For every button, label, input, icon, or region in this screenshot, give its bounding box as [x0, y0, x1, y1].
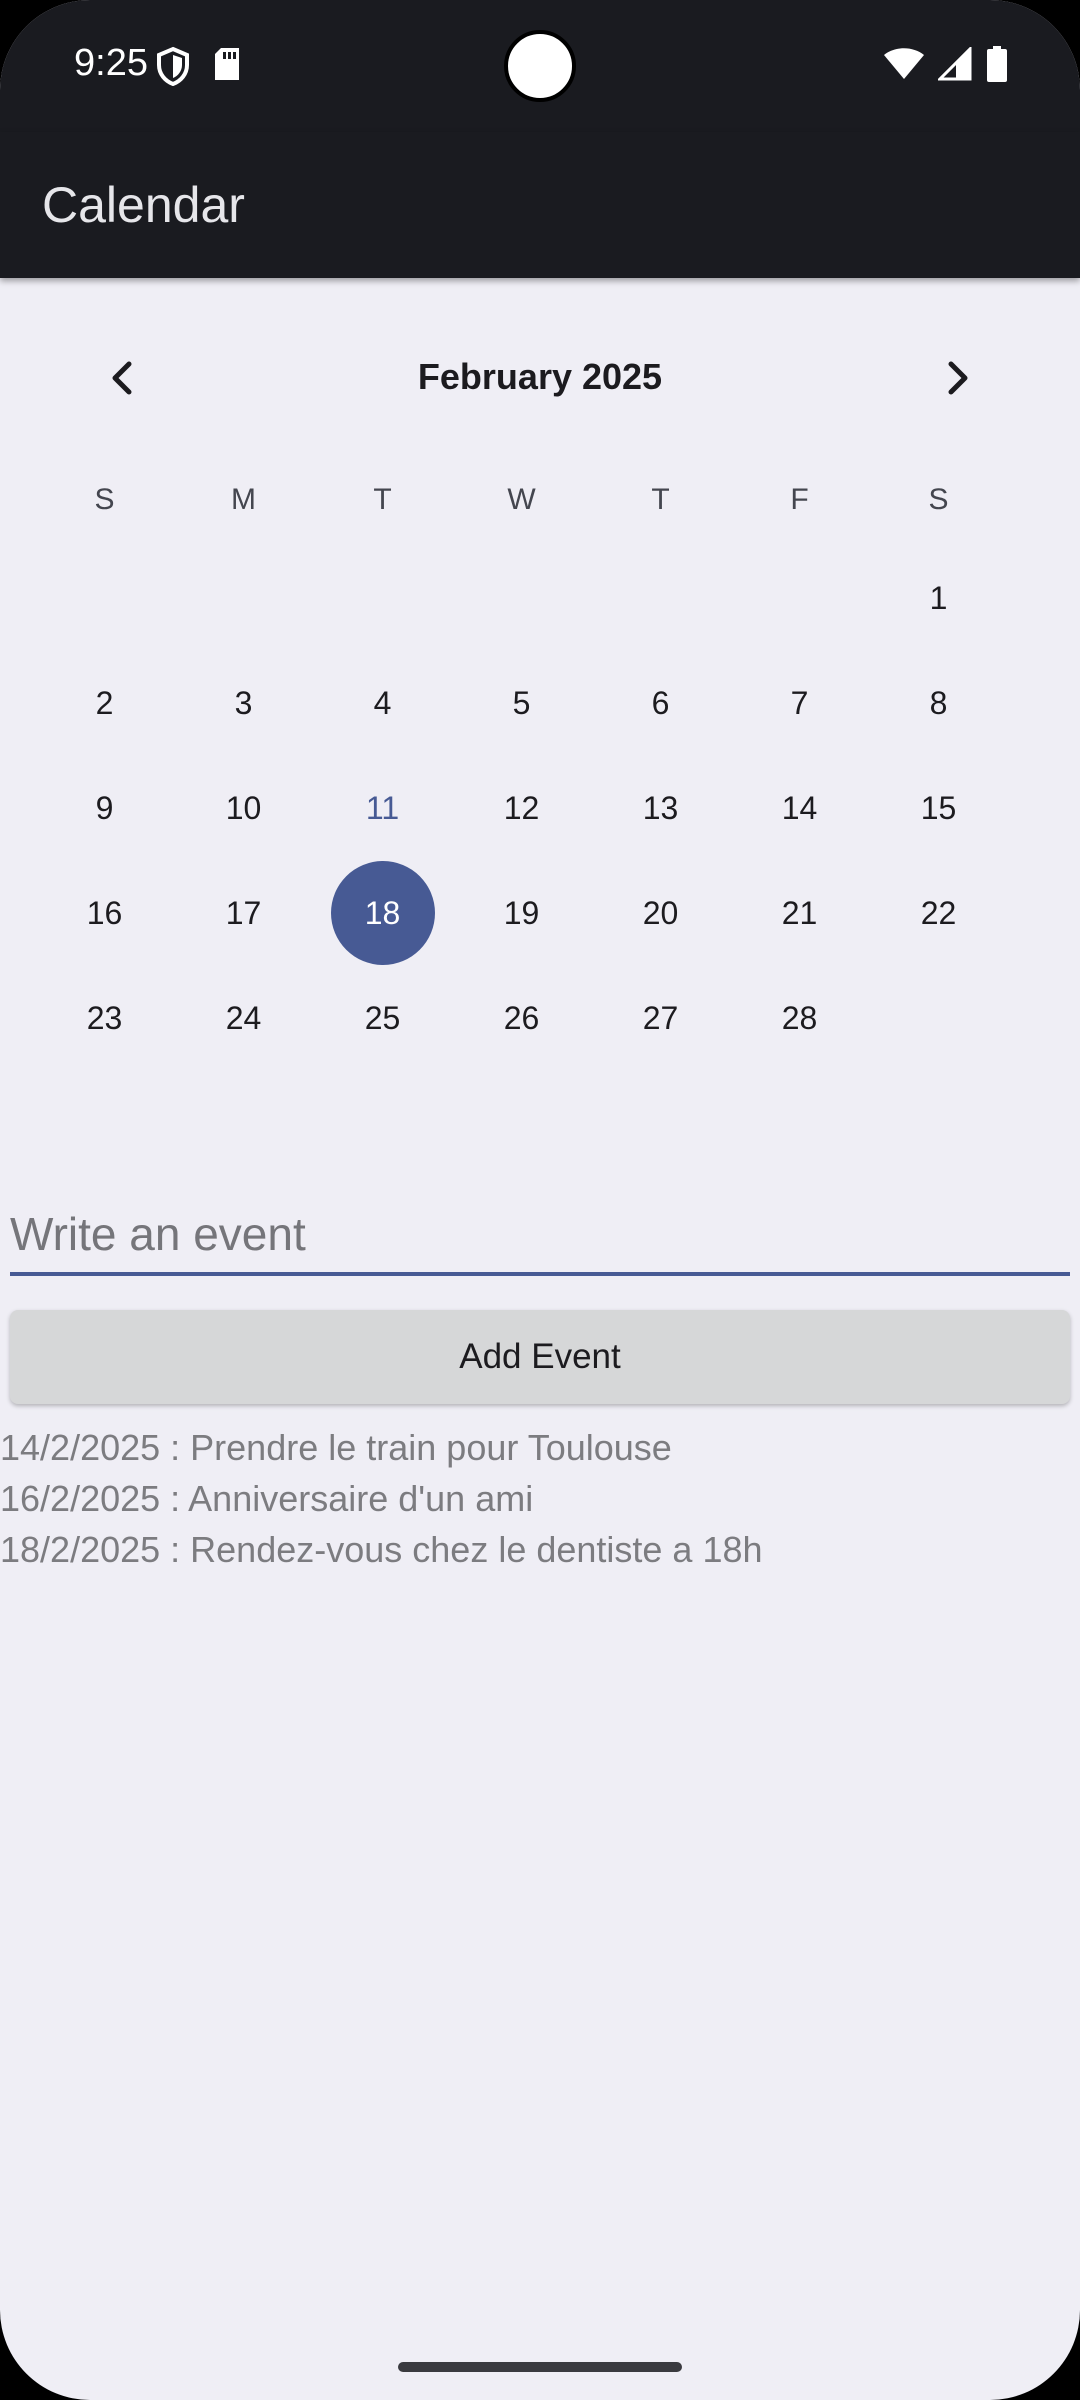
chevron-right-icon	[943, 358, 973, 403]
event-item: 14/2/2025 : Prendre le train pour Toulou…	[0, 1427, 672, 1468]
day-cell[interactable]: 26	[470, 966, 574, 1070]
phone-screen: 9:25 Calendar February 2025 S M T W T F …	[0, 0, 1080, 2400]
event-list: 14/2/2025 : Prendre le train pour Toulou…	[0, 1422, 1080, 1575]
weekday-label: T	[651, 483, 670, 516]
day-cell[interactable]: 11	[331, 756, 435, 860]
next-month-button[interactable]	[918, 340, 998, 420]
day-cell[interactable]: 16	[53, 861, 157, 965]
day-cell[interactable]: 17	[192, 861, 296, 965]
weekday-label: M	[231, 483, 256, 516]
sd-card-icon	[212, 46, 242, 91]
week-row: 9 10 11 12 13 14 15	[52, 756, 1024, 861]
weekday-label: W	[507, 483, 536, 516]
day-cell[interactable]: 1	[887, 546, 991, 650]
day-cell[interactable]: 22	[887, 861, 991, 965]
status-time: 9:25	[74, 42, 148, 84]
day-cell[interactable]: 7	[748, 651, 852, 755]
day-cell[interactable]: 6	[609, 651, 713, 755]
day-cell[interactable]: 9	[53, 756, 157, 860]
weekday-label: S	[94, 483, 115, 516]
day-cell[interactable]: 10	[192, 756, 296, 860]
day-cell[interactable]: 25	[331, 966, 435, 1070]
day-cell[interactable]: 28	[748, 966, 852, 1070]
app-bar: Calendar	[0, 132, 1080, 278]
status-bar: 9:25	[0, 0, 1080, 132]
day-cell[interactable]: 12	[470, 756, 574, 860]
day-cell[interactable]: 2	[53, 651, 157, 755]
signal-icon	[936, 45, 972, 86]
battery-icon	[986, 46, 1008, 87]
day-cell[interactable]: 14	[748, 756, 852, 860]
day-cell[interactable]: 8	[887, 651, 991, 755]
wifi-icon	[884, 47, 924, 86]
day-cell[interactable]: 13	[609, 756, 713, 860]
week-row: 16 17 18 19 20 21 22	[52, 861, 1024, 966]
shield-icon	[156, 46, 190, 91]
day-cell[interactable]: 19	[470, 861, 574, 965]
event-input[interactable]	[10, 1196, 1070, 1276]
week-row: 2345678	[52, 651, 1024, 756]
day-cell[interactable]: 15	[887, 756, 991, 860]
weekday-label: S	[928, 483, 949, 516]
day-cell[interactable]: 21	[748, 861, 852, 965]
add-event-button[interactable]: Add Event	[10, 1310, 1070, 1404]
week-row: 1	[52, 546, 1024, 651]
day-cell[interactable]: 4	[331, 651, 435, 755]
day-cell-selected[interactable]: 18	[330, 861, 435, 965]
weekday-label: F	[790, 483, 809, 516]
day-cell[interactable]: 5	[470, 651, 574, 755]
camera-cutout	[504, 30, 576, 102]
day-cell[interactable]: 20	[609, 861, 713, 965]
day-cell[interactable]: 3	[192, 651, 296, 755]
day-cell[interactable]: 27	[609, 966, 713, 1070]
weekday-label: T	[373, 483, 392, 516]
home-indicator[interactable]	[398, 2362, 682, 2372]
app-title: Calendar	[42, 177, 245, 233]
calendar-header: February 2025	[0, 340, 1080, 420]
day-cell[interactable]: 24	[192, 966, 296, 1070]
week-row: 23 24 25 26 27 28	[52, 966, 1024, 1071]
event-item: 18/2/2025 : Rendez-vous chez le dentiste…	[0, 1529, 763, 1570]
event-item: 16/2/2025 : Anniversaire d'un ami	[0, 1478, 534, 1519]
day-cell[interactable]: 23	[53, 966, 157, 1070]
